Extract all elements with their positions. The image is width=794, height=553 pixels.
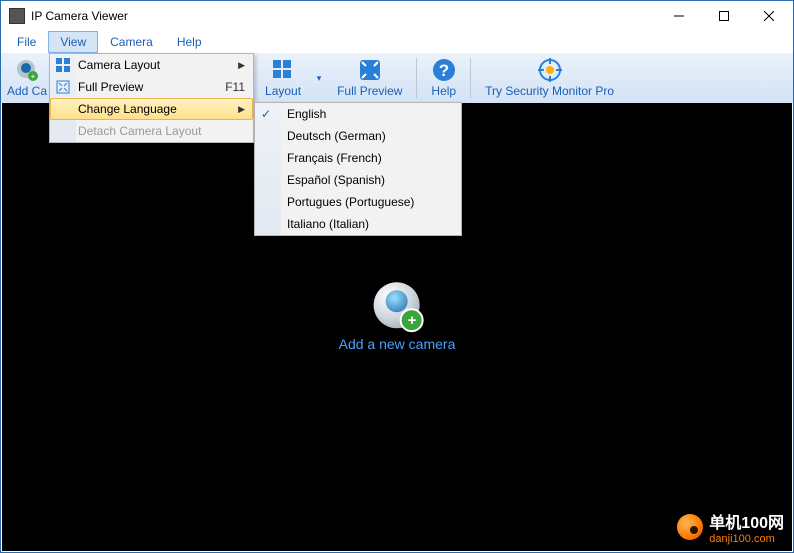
watermark-logo-icon	[677, 514, 703, 540]
language-label: Français (French)	[287, 151, 382, 165]
menu-help[interactable]: Help	[165, 31, 214, 53]
layout-dropdown[interactable]: ▾	[315, 66, 323, 90]
language-option[interactable]: ✓ English	[255, 103, 461, 125]
language-label: Italiano (Italian)	[287, 217, 369, 231]
minimize-button[interactable]	[656, 2, 701, 30]
layout-button[interactable]: Layout	[265, 58, 301, 98]
menu-camera-layout[interactable]: Camera Layout ▶	[50, 54, 253, 76]
menu-full-preview[interactable]: Full Preview F11	[50, 76, 253, 98]
language-label: Español (Spanish)	[287, 173, 385, 187]
target-icon	[538, 58, 562, 82]
try-pro-button[interactable]: Try Security Monitor Pro	[485, 58, 614, 98]
titlebar: IP Camera Viewer	[1, 1, 793, 31]
language-label: Portugues (Portuguese)	[287, 195, 414, 209]
watermark: 单机100网 danji100.com	[677, 509, 784, 545]
add-camera-link[interactable]: Add a new camera	[339, 336, 456, 352]
app-icon	[9, 8, 25, 24]
maximize-icon	[719, 11, 729, 21]
help-button[interactable]: ? Help	[431, 58, 456, 98]
help-icon: ?	[432, 58, 456, 82]
language-option[interactable]: Portugues (Portuguese)	[255, 191, 461, 213]
layout-label: Layout	[265, 84, 301, 98]
check-icon: ✓	[261, 107, 271, 121]
menu-detach-layout: Detach Camera Layout	[50, 120, 253, 142]
full-preview-button[interactable]: Full Preview	[337, 58, 402, 98]
layout-icon	[271, 58, 295, 82]
language-label: Deutsch (German)	[287, 129, 386, 143]
toolbar-separator	[470, 58, 471, 98]
watermark-url: danji100.com	[709, 533, 784, 545]
add-camera-center[interactable]: Add a new camera	[339, 282, 456, 352]
toolbar-separator	[416, 58, 417, 98]
close-icon	[764, 11, 774, 21]
menu-change-language[interactable]: Change Language ▶	[50, 98, 253, 120]
language-option[interactable]: Français (French)	[255, 147, 461, 169]
svg-text:?: ?	[439, 61, 449, 80]
add-camera-label: Add Ca	[7, 84, 47, 98]
close-button[interactable]	[746, 2, 791, 30]
menu-change-language-label: Change Language	[78, 102, 177, 116]
full-preview-label: Full Preview	[337, 84, 402, 98]
expand-icon	[55, 79, 71, 95]
view-submenu: Camera Layout ▶ Full Preview F11 Change …	[49, 53, 254, 143]
language-option[interactable]: Deutsch (German)	[255, 125, 461, 147]
add-camera-button[interactable]: + Add Ca	[7, 58, 47, 98]
menu-camera-layout-label: Camera Layout	[78, 58, 160, 72]
minimize-icon	[674, 11, 684, 21]
language-label: English	[287, 107, 326, 121]
menu-view[interactable]: View	[48, 31, 98, 53]
camera-add-icon: +	[15, 58, 39, 82]
menu-full-preview-shortcut: F11	[225, 80, 245, 94]
camera-add-icon	[374, 282, 420, 328]
chevron-right-icon: ▶	[238, 104, 245, 115]
menu-detach-label: Detach Camera Layout	[78, 124, 201, 138]
window-title: IP Camera Viewer	[31, 9, 128, 23]
menu-file[interactable]: File	[5, 31, 48, 53]
chevron-right-icon: ▶	[238, 60, 245, 71]
svg-text:+: +	[31, 72, 36, 81]
language-option[interactable]: Español (Spanish)	[255, 169, 461, 191]
menu-full-preview-label: Full Preview	[78, 80, 143, 94]
menubar: File View Camera Help	[1, 31, 793, 53]
menu-camera[interactable]: Camera	[98, 31, 165, 53]
maximize-button[interactable]	[701, 2, 746, 30]
language-option[interactable]: Italiano (Italian)	[255, 213, 461, 235]
grid-icon	[55, 57, 71, 73]
fullscreen-icon	[358, 58, 382, 82]
language-submenu: ✓ English Deutsch (German) Français (French…	[254, 102, 462, 236]
watermark-text: 单机100网	[709, 509, 784, 533]
help-label: Help	[431, 84, 456, 98]
try-pro-label: Try Security Monitor Pro	[485, 84, 614, 98]
